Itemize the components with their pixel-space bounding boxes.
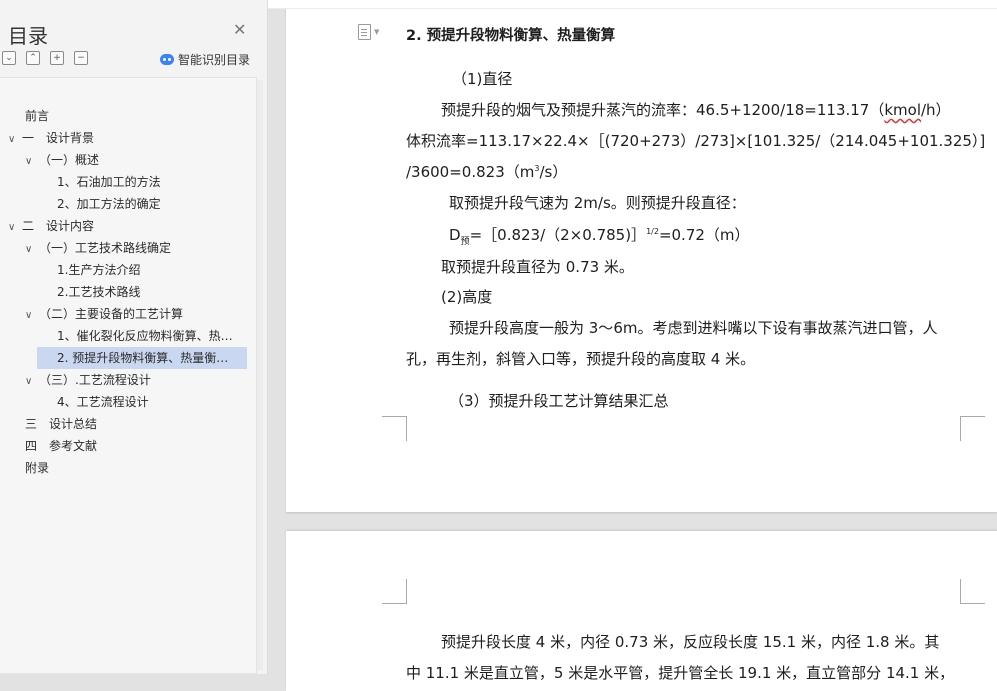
- margin-corner-top-right: [960, 579, 985, 604]
- page-1: ▼ 2. 预提升段物料衡算、热量衡算 （1)直径 预提升段的烟气及预提升蒸汽的流…: [286, 0, 997, 512]
- toc-item-label: 附录: [25, 461, 50, 475]
- chevron-down-icon[interactable]: ∨: [25, 371, 39, 391]
- margin-corner-top-left: [382, 579, 407, 604]
- toc-title: 目录: [8, 24, 48, 48]
- chevron-down-icon[interactable]: ∨: [25, 151, 39, 171]
- toc-item-label: 1、石油加工的方法: [57, 175, 161, 189]
- paragraph-summary-1: 预提升段长度 4 米，内径 0.73 米，反应段长度 15.1 米，内径 1.8…: [441, 633, 940, 651]
- chevron-down-icon[interactable]: ∨: [8, 217, 22, 237]
- toc-item-label: 二 设计内容: [22, 219, 95, 233]
- paragraph-gas-velocity: 取预提升段气速为 2m/s。则预提升段直径：: [449, 194, 746, 212]
- toc-item-label: 2. 预提升段物料衡算、热量衡…: [57, 351, 229, 365]
- toc-item[interactable]: ∨ 一 设计背景: [8, 127, 247, 149]
- toc-item-label: 一 设计背景: [22, 131, 95, 145]
- toc-toolbar: ⌄ ⌃ + −: [2, 51, 88, 65]
- toc-item-label: （一）工艺技术路线确定: [39, 241, 172, 255]
- subheading-summary: （3）预提升段工艺计算结果汇总: [449, 392, 669, 410]
- toc-item-label: 2.工艺技术路线: [57, 285, 141, 299]
- paragraph-summary-2: 中 11.1 米是直立管，5 米是水平管，提升管全长 19.1 米，直立管部分 …: [406, 664, 955, 682]
- smart-toc-label: 智能识别目录: [178, 53, 251, 67]
- close-icon[interactable]: ✕: [233, 22, 246, 38]
- chevron-down-icon[interactable]: ∨: [25, 239, 39, 259]
- toc-item[interactable]: 1、催化裂化反应物料衡算、热…: [57, 325, 247, 347]
- toc-item-label: 前言: [25, 109, 50, 123]
- section-heading: 2. 预提升段物料衡算、热量衡算: [406, 28, 616, 44]
- document-area: ▼ 2. 预提升段物料衡算、热量衡算 （1)直径 预提升段的烟气及预提升蒸汽的流…: [268, 0, 997, 691]
- toc-item[interactable]: ∨ （一）概述: [25, 149, 247, 171]
- smart-robot-icon: [160, 54, 174, 65]
- collapse-all-icon[interactable]: ⌄: [2, 51, 16, 65]
- toc-scrollbar[interactable]: [257, 80, 263, 670]
- page-2: 预提升段长度 4 米，内径 0.73 米，反应段长度 15.1 米，内径 1.8…: [286, 531, 997, 691]
- margin-corner-bottom-right: [960, 416, 985, 441]
- margin-corner-bottom-left: [382, 416, 407, 441]
- toc-item-label: 1.生产方法介绍: [57, 263, 141, 277]
- toc-item-label: （三）.工艺流程设计: [39, 373, 151, 387]
- minus-icon[interactable]: −: [74, 51, 88, 65]
- paragraph-diameter-result: 取预提升段直径为 0.73 米。: [441, 258, 634, 276]
- toc-item-label: 1、催化裂化反应物料衡算、热…: [57, 329, 233, 343]
- toc-item[interactable]: 2.工艺技术路线: [57, 281, 247, 303]
- formula-diameter: D预=［0.823/（2×0.785)］1/2=0.72（m）: [449, 226, 750, 247]
- spellcheck-word: kmol: [884, 101, 921, 119]
- toc-item[interactable]: 前言: [25, 105, 247, 127]
- chevron-down-icon[interactable]: ∨: [8, 129, 22, 149]
- toc-item-label: 四 参考文献: [25, 439, 98, 453]
- toc-item[interactable]: 2. 预提升段物料衡算、热量衡…: [37, 347, 247, 369]
- smart-toc-button[interactable]: 智能识别目录: [160, 51, 250, 68]
- toc-item[interactable]: 四 参考文献: [25, 435, 247, 457]
- toc-item-label: （一）概述: [39, 153, 100, 167]
- plus-icon[interactable]: +: [50, 51, 64, 65]
- toc-item[interactable]: 附录: [25, 457, 247, 479]
- toc-item[interactable]: 1、石油加工的方法: [57, 171, 247, 193]
- paragraph-height-2: 孔，再生剂，斜管入口等，预提升段的高度取 4 米。: [406, 350, 756, 368]
- caret-down-icon: ▼: [374, 28, 380, 36]
- paragraph-volume-flow: 体积流率=113.17×22.4×［(720+273）/273]×[101.32…: [406, 132, 986, 150]
- chevron-down-icon[interactable]: ∨: [25, 305, 39, 325]
- toc-item-label: 三 设计总结: [25, 417, 98, 431]
- document-icon: [358, 24, 371, 40]
- subheading-diameter: （1)直径: [452, 70, 513, 88]
- toc-item-label: 4、工艺流程设计: [57, 395, 149, 409]
- toc-item-label: 2、加工方法的确定: [57, 197, 161, 211]
- expand-up-icon[interactable]: ⌃: [26, 51, 40, 65]
- toc-item[interactable]: 4、工艺流程设计: [57, 391, 247, 413]
- toc-item-label: （二）主要设备的工艺计算: [39, 307, 184, 321]
- top-ruler-strip: [268, 0, 997, 9]
- subheading-height: (2)高度: [441, 288, 493, 306]
- toc-sidebar: 目录 ✕ ⌄ ⌃ + − 智能识别目录 前言 ∨ 一 设计背景 ∨ （一）概述 1、石油加…: [0, 0, 268, 674]
- toc-item[interactable]: ∨ （二）主要设备的工艺计算: [25, 303, 247, 325]
- paragraph-handle[interactable]: ▼: [358, 24, 379, 40]
- paragraph-volume-result: /3600=0.823（m3/s）: [406, 163, 568, 181]
- toc-item[interactable]: ∨ （三）.工艺流程设计: [25, 369, 247, 391]
- toc-item[interactable]: 三 设计总结: [25, 413, 247, 435]
- toc-item[interactable]: 2、加工方法的确定: [57, 193, 247, 215]
- paragraph-height-1: 预提升段高度一般为 3～6m。考虑到进料嘴以下设有事故蒸汽进口管，人: [449, 319, 938, 337]
- toc-item[interactable]: ∨ （一）工艺技术路线确定: [25, 237, 247, 259]
- toc-item[interactable]: 1.生产方法介绍: [57, 259, 247, 281]
- paragraph-flowrate: 预提升段的烟气及预提升蒸汽的流率：46.5+1200/18=113.17（kmo…: [441, 101, 951, 119]
- toc-item[interactable]: ∨ 二 设计内容: [8, 215, 247, 237]
